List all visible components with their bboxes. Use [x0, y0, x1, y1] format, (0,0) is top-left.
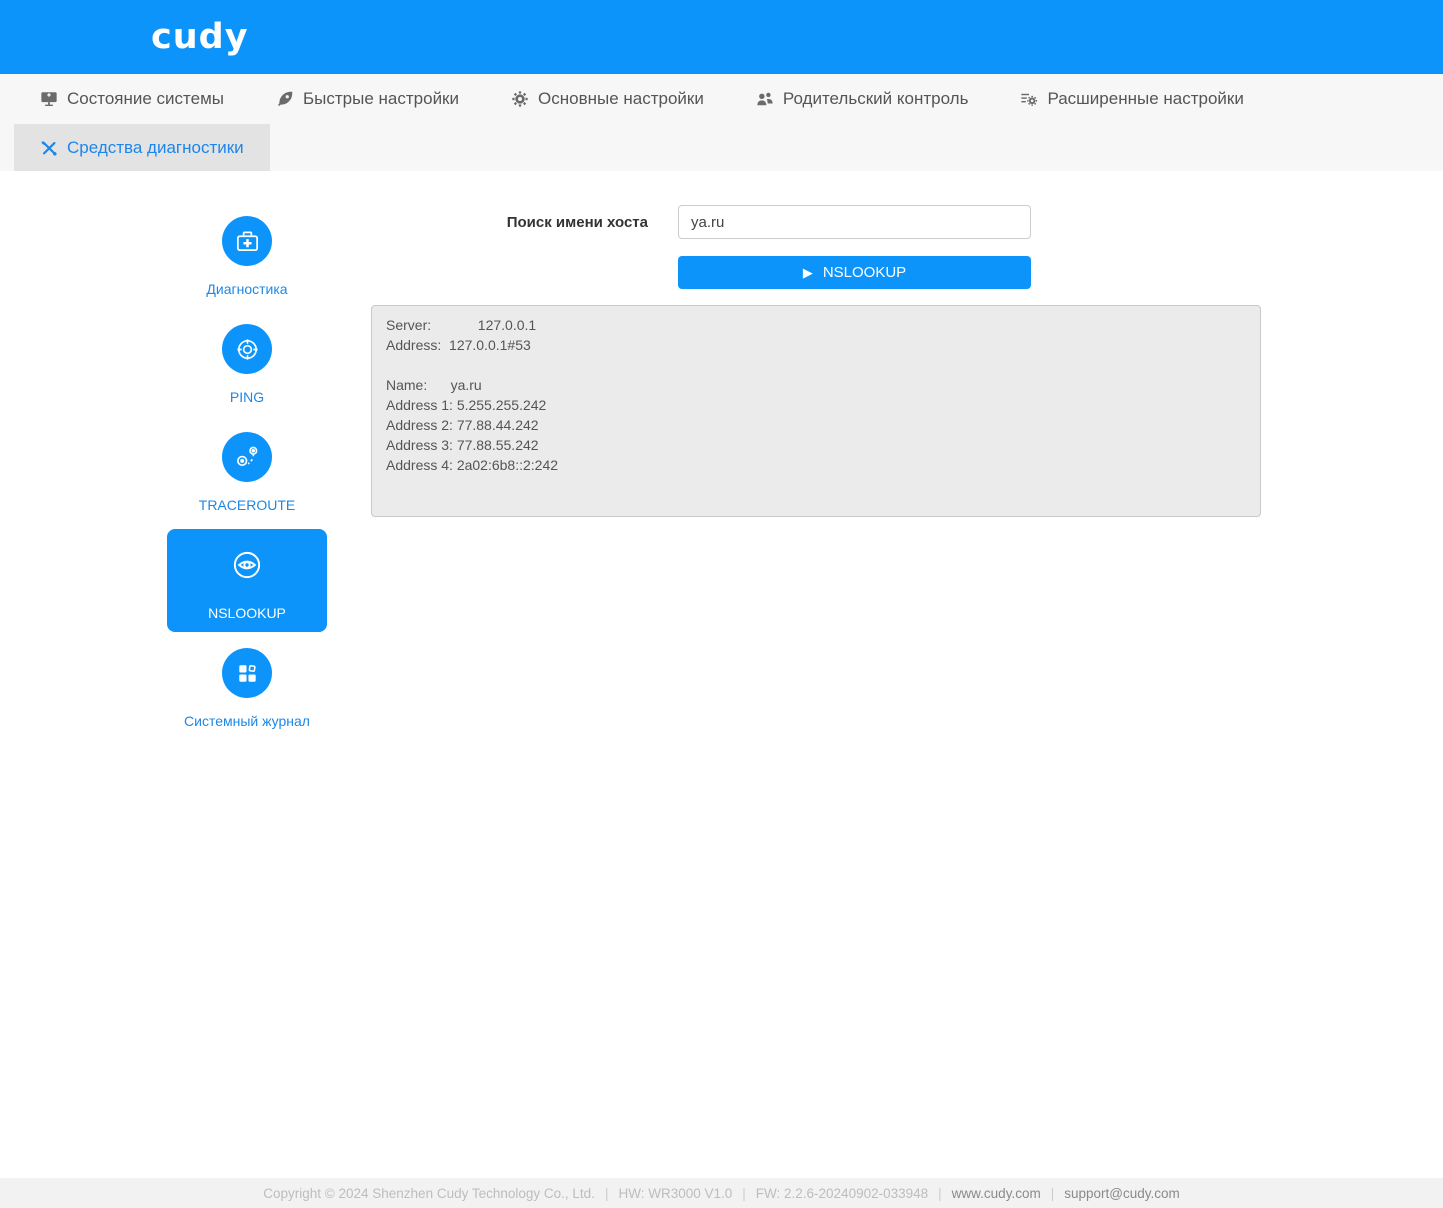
result-line: Address 4: 2a02:6b8::2:242 [386, 457, 559, 473]
result-line: Server: 127.0.0.1 [386, 317, 537, 333]
sidebar-item-label: NSLOOKUP [208, 605, 286, 621]
host-label: Поиск имени хоста [506, 213, 648, 231]
sidebar-item-diagnostics[interactable]: Диагностика [167, 205, 327, 308]
rocket-icon [276, 90, 294, 108]
nslookup-panel: Поиск имени хоста ▶ NSLOOKUP Server: 127… [371, 205, 1261, 1178]
nslookup-button[interactable]: ▶ NSLOOKUP [678, 256, 1031, 289]
result-line: Address: 127.0.0.1#53 [386, 337, 531, 353]
footer-website-link[interactable]: www.cudy.com [952, 1186, 1041, 1201]
diagnostics-sidebar: Диагностика PING TRACEROUTE NSLOOKUP Сис… [167, 205, 327, 1178]
footer-support-email-link[interactable]: support@cudy.com [1064, 1186, 1180, 1201]
result-line: Address 1: 5.255.255.242 [386, 397, 547, 413]
footer-fw-version: FW: 2.2.6-20240902-033948 [755, 1185, 929, 1201]
host-input[interactable] [678, 205, 1031, 239]
nav-item-parental-control[interactable]: Родительский контроль [756, 89, 969, 109]
nav-item-label: Быстрые настройки [303, 89, 459, 108]
app-header: cudy [0, 0, 1443, 74]
gear-icon [511, 90, 529, 108]
footer-separator: | [604, 1185, 609, 1201]
eye-icon [222, 540, 272, 590]
result-line: Address 2: 77.88.44.242 [386, 417, 539, 433]
nslookup-button-label: NSLOOKUP [822, 264, 907, 281]
footer-separator: | [938, 1185, 942, 1201]
first-aid-icon [222, 216, 272, 266]
users-icon [756, 90, 774, 108]
footer-hw-version: HW: WR3000 V1.0 [618, 1185, 733, 1201]
nav-active-tab-label: Средства диагностики [67, 137, 244, 157]
nav-item-system-status[interactable]: Состояние системы [40, 89, 224, 109]
sliders-gear-icon [1020, 90, 1038, 108]
nav-item-label: Состояние системы [67, 89, 225, 108]
button-row: ▶ NSLOOKUP [371, 256, 1261, 289]
nav-item-diagnostics-active[interactable]: Средства диагностики [14, 124, 270, 171]
cudy-logo: cudy [151, 17, 249, 57]
footer-separator: | [1050, 1185, 1055, 1201]
tools-icon [40, 139, 58, 157]
sidebar-item-system-log[interactable]: Системный журнал [167, 637, 327, 740]
sidebar-item-label: Системный журнал [184, 713, 310, 729]
play-icon: ▶ [802, 265, 813, 280]
page-content: Диагностика PING TRACEROUTE NSLOOKUP Сис… [0, 171, 1443, 1178]
nav-row-2: Средства диагностики [0, 124, 1443, 171]
page-footer: Copyright © 2024 Shenzhen Cudy Technolog… [0, 1178, 1443, 1208]
sidebar-item-nslookup[interactable]: NSLOOKUP [167, 529, 327, 632]
nav-item-basic-settings[interactable]: Основные настройки [511, 89, 704, 109]
sidebar-item-label: Диагностика [206, 281, 288, 297]
result-line [386, 355, 1246, 375]
nav-item-quick-setup[interactable]: Быстрые настройки [276, 89, 459, 109]
monitor-icon [40, 90, 58, 108]
nav-item-advanced-settings[interactable]: Расширенные настройки [1020, 89, 1244, 109]
sidebar-item-label: TRACEROUTE [198, 497, 296, 513]
route-icon [222, 432, 272, 482]
sidebar-item-traceroute[interactable]: TRACEROUTE [167, 421, 327, 524]
nav-item-label: Расширенные настройки [1047, 89, 1244, 108]
footer-separator: | [742, 1185, 746, 1201]
footer-copyright: Copyright © 2024 Shenzhen Cudy Technolog… [263, 1185, 595, 1201]
nav-item-label: Основные настройки [538, 89, 704, 108]
result-line: Address 3: 77.88.55.242 [386, 437, 539, 453]
result-line: Name: ya.ru [386, 377, 482, 393]
sidebar-item-ping[interactable]: PING [167, 313, 327, 416]
host-form-row: Поиск имени хоста [371, 205, 1261, 239]
target-icon [222, 324, 272, 374]
grid-icon [222, 648, 272, 698]
sidebar-item-label: PING [229, 389, 265, 405]
main-nav: Состояние системы Быстрые настройки Осно… [0, 74, 1443, 171]
nav-row-1: Состояние системы Быстрые настройки Осно… [0, 74, 1443, 124]
nav-item-label: Родительский контроль [782, 89, 969, 108]
nslookup-result-box[interactable]: Server: 127.0.0.1 Address: 127.0.0.1#53 … [371, 305, 1261, 517]
